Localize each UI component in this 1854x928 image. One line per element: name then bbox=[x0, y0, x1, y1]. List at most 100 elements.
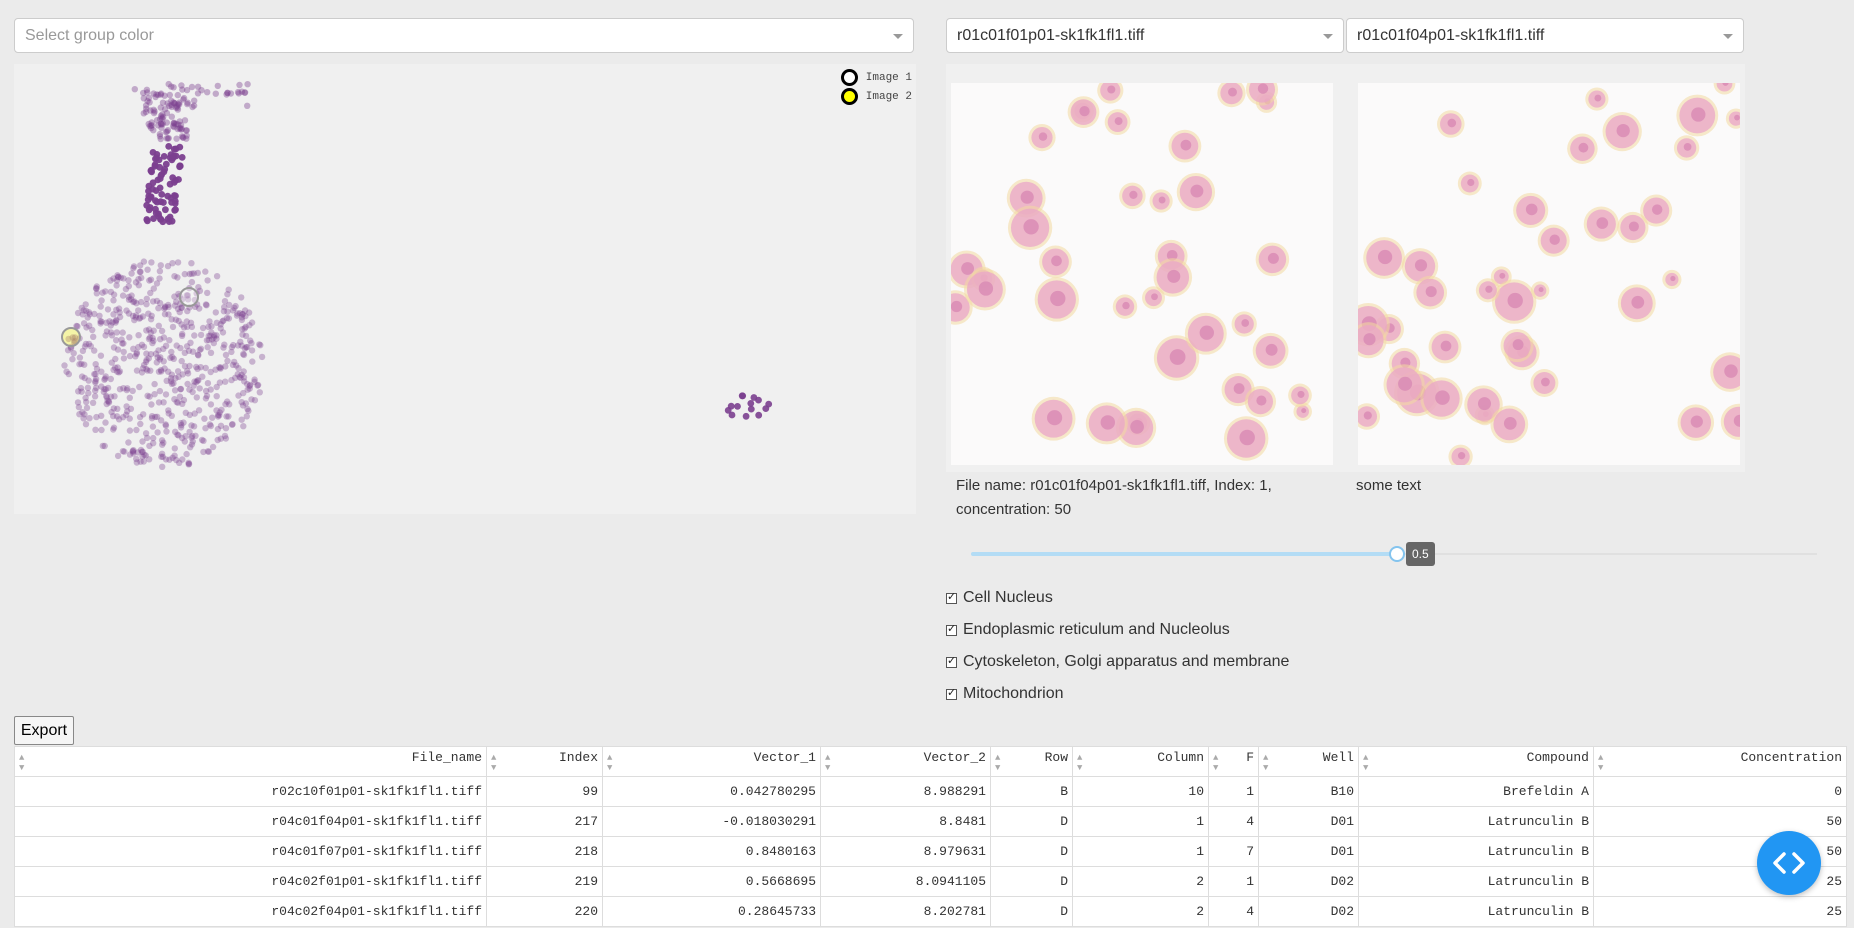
channel-checkbox-cytoskeleton[interactable]: Cytoskeleton, Golgi apparatus and membra… bbox=[946, 653, 1289, 671]
scatter-point bbox=[187, 339, 194, 346]
scatter-point bbox=[183, 318, 190, 325]
checkbox-icon[interactable] bbox=[946, 654, 957, 668]
table-row[interactable]: r04c01f07p01-sk1fk1fl1.tiff 218 0.8480163 8… bbox=[14, 836, 1847, 867]
column-header-well[interactable]: ▲ ▼ Well bbox=[1258, 746, 1359, 777]
checkbox-icon[interactable] bbox=[946, 590, 957, 604]
table-row[interactable]: r04c02f04p01-sk1fk1fl1.tiff 220 0.28645733… bbox=[14, 896, 1847, 927]
scatter-point bbox=[166, 180, 174, 188]
table-row[interactable]: r04c02f01p01-sk1fk1fl1.tiff 219 0.5668695 8… bbox=[14, 866, 1847, 897]
sort-icon[interactable]: ▲ ▼ bbox=[995, 753, 1000, 773]
legend-item-image-2[interactable]: Image 2 bbox=[840, 87, 912, 106]
column-header-column[interactable]: ▲ ▼ Column bbox=[1072, 746, 1209, 777]
scatter-point bbox=[107, 288, 115, 296]
sort-icon[interactable]: ▲ ▼ bbox=[491, 753, 496, 773]
scatter-point bbox=[114, 452, 122, 460]
sort-icon[interactable]: ▲ ▼ bbox=[1077, 753, 1082, 773]
scatter-point bbox=[120, 355, 128, 362]
checkbox-icon[interactable] bbox=[946, 622, 957, 636]
image-1-select[interactable]: r01c01f01p01-sk1fk1fl1.tiff bbox=[946, 18, 1344, 53]
cell-nucleus bbox=[1525, 203, 1538, 216]
checkbox-icon[interactable] bbox=[946, 686, 957, 700]
scatter-point bbox=[747, 400, 755, 407]
column-header-row[interactable]: ▲ ▼ Row bbox=[990, 746, 1073, 777]
table-cell: 25 bbox=[1593, 896, 1847, 927]
scatter-point bbox=[93, 285, 100, 292]
scatter-point bbox=[78, 304, 85, 312]
scatter-point bbox=[176, 143, 184, 151]
scatter-point bbox=[213, 319, 220, 326]
export-button[interactable]: Export bbox=[14, 716, 74, 745]
scatter-point bbox=[128, 292, 135, 299]
table-cell: 2 bbox=[1072, 866, 1209, 897]
code-toggle-button[interactable] bbox=[1757, 831, 1821, 895]
column-header-vector-1[interactable]: ▲ ▼ Vector_1 bbox=[602, 746, 821, 777]
table-cell: D02 bbox=[1258, 896, 1359, 927]
scatter-point bbox=[162, 422, 170, 429]
table-cell: 99 bbox=[486, 776, 603, 807]
scatter-point bbox=[142, 108, 150, 116]
cell-nucleus bbox=[1690, 415, 1703, 428]
cell-nucleus bbox=[1512, 339, 1524, 351]
column-header-label: Index bbox=[558, 750, 598, 765]
scatter-point bbox=[90, 333, 97, 340]
table-row[interactable]: r02c10f01p01-sk1fk1fl1.tiff 99 0.042780295… bbox=[14, 776, 1847, 807]
scatter-point bbox=[158, 171, 166, 178]
scatter-point bbox=[85, 377, 92, 384]
cell-nucleus bbox=[978, 281, 994, 296]
cell-nucleus bbox=[1107, 85, 1116, 94]
scatter-point bbox=[137, 262, 144, 269]
scatter-point bbox=[147, 289, 154, 297]
channel-checkbox-er-nucleolus[interactable]: Endoplasmic reticulum and Nucleolus bbox=[946, 621, 1230, 639]
table-row[interactable]: r04c01f04p01-sk1fk1fl1.tiff 217 -0.0180302… bbox=[14, 806, 1847, 837]
column-header-file-name[interactable]: ▲ ▼ File_name bbox=[14, 746, 487, 777]
sort-icon[interactable]: ▲ ▼ bbox=[1213, 753, 1218, 773]
embedding-scatter-plot[interactable]: Image 1 Image 2 bbox=[14, 64, 916, 514]
cell-nucleus bbox=[1228, 87, 1237, 97]
column-header-concentration[interactable]: ▲ ▼ Concentration bbox=[1593, 746, 1847, 777]
scatter-point bbox=[200, 437, 207, 444]
cell-nucleus bbox=[1503, 417, 1517, 430]
scatter-point bbox=[179, 456, 186, 463]
sort-icon[interactable]: ▲ ▼ bbox=[1598, 753, 1603, 773]
opacity-slider-handle[interactable] bbox=[1389, 546, 1405, 562]
group-color-select[interactable]: Select group color bbox=[14, 18, 914, 53]
sort-icon[interactable]: ▲ ▼ bbox=[19, 753, 24, 773]
scatter-point bbox=[755, 411, 763, 419]
channel-checkbox-nucleus[interactable]: Cell Nucleus bbox=[946, 589, 1053, 607]
column-header-label: Concentration bbox=[1740, 750, 1842, 765]
column-header-label: Well bbox=[1322, 750, 1354, 765]
scatter-point bbox=[742, 412, 750, 420]
opacity-slider-rail[interactable] bbox=[1397, 553, 1817, 555]
scatter-point bbox=[214, 436, 221, 444]
cell-nucleus bbox=[1256, 395, 1267, 406]
sort-icon[interactable]: ▲ ▼ bbox=[1363, 753, 1368, 773]
scatter-svg[interactable] bbox=[14, 64, 916, 514]
sort-icon[interactable]: ▲ ▼ bbox=[1263, 753, 1268, 773]
scatter-point bbox=[78, 388, 85, 395]
scatter-point bbox=[159, 99, 167, 106]
table-cell: 1 bbox=[1208, 776, 1259, 807]
column-header-f[interactable]: ▲ ▼ F bbox=[1208, 746, 1259, 777]
legend-item-image-1[interactable]: Image 1 bbox=[840, 68, 912, 87]
scatter-point bbox=[221, 341, 228, 348]
scatter-point bbox=[157, 262, 164, 269]
column-header-vector-2[interactable]: ▲ ▼ Vector_2 bbox=[820, 746, 991, 777]
cell-nucleus bbox=[1050, 290, 1066, 307]
scatter-point bbox=[156, 130, 164, 138]
cell-nucleus bbox=[1158, 196, 1166, 204]
scatter-point bbox=[80, 415, 87, 422]
column-header-compound[interactable]: ▲ ▼ Compound bbox=[1358, 746, 1594, 777]
image-2-select[interactable]: r01c01f04p01-sk1fk1fl1.tiff bbox=[1346, 18, 1744, 53]
sort-icon[interactable]: ▲ ▼ bbox=[825, 753, 830, 773]
opacity-slider-track[interactable] bbox=[971, 552, 1397, 556]
column-header-index[interactable]: ▲ ▼ Index bbox=[486, 746, 603, 777]
scatter-point bbox=[126, 415, 133, 422]
scatter-point bbox=[202, 268, 209, 275]
channel-checkbox-mitochondrion[interactable]: Mitochondrion bbox=[946, 685, 1064, 703]
sort-icon[interactable]: ▲ ▼ bbox=[607, 753, 612, 773]
cell-nucleus bbox=[1051, 255, 1062, 267]
scatter-point bbox=[225, 286, 232, 293]
cell-nucleus bbox=[1594, 94, 1602, 102]
plot-legend: Image 1 Image 2 bbox=[840, 68, 912, 106]
scatter-point bbox=[194, 83, 202, 90]
